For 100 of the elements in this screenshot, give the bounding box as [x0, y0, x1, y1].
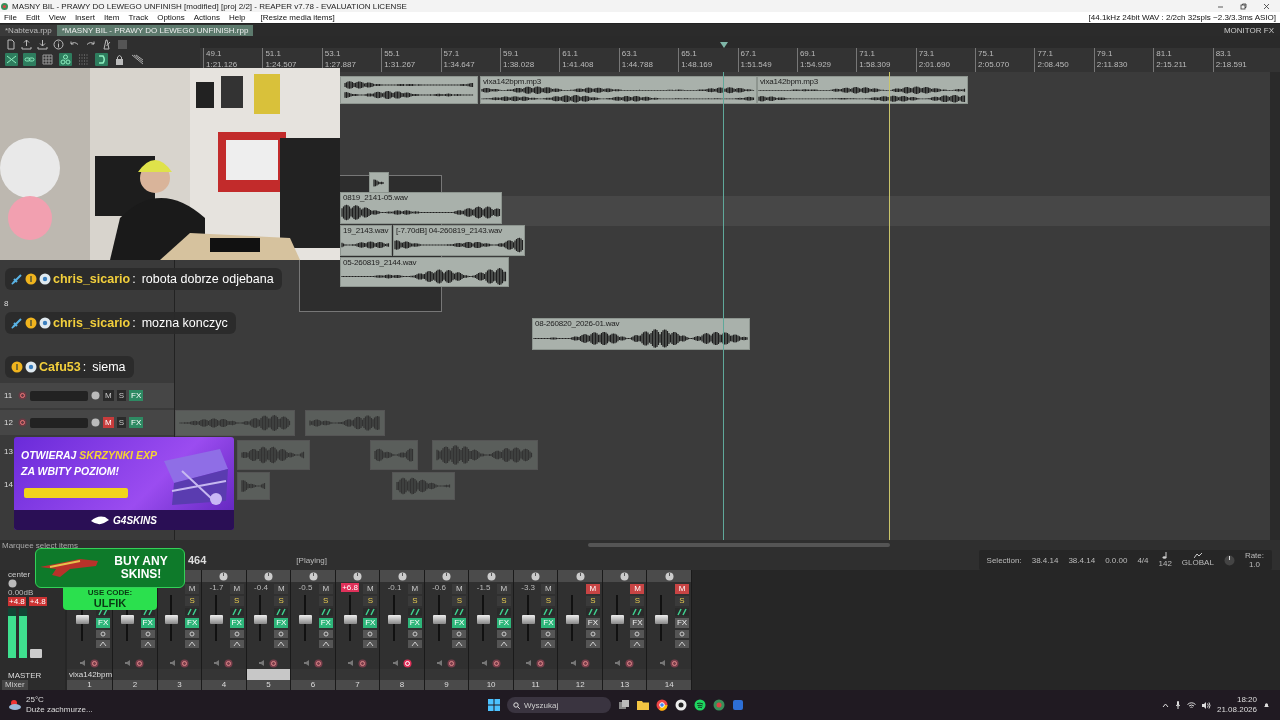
io-icon[interactable]: [407, 630, 422, 638]
io-icon[interactable]: [318, 630, 333, 638]
solo-button[interactable]: S: [116, 390, 126, 401]
fader-handle-icon[interactable]: [30, 649, 42, 658]
channel-number[interactable]: 10: [469, 680, 513, 690]
speaker-icon[interactable]: [615, 660, 622, 666]
fx-button[interactable]: FX: [630, 618, 645, 628]
routing-icon[interactable]: [140, 640, 155, 648]
mute-button[interactable]: M: [103, 390, 114, 401]
routing-icon[interactable]: [96, 640, 111, 648]
audio-clip[interactable]: [369, 172, 389, 194]
channel-number[interactable]: 12: [558, 680, 602, 690]
channel-number[interactable]: 8: [380, 680, 424, 690]
pan-knob-icon[interactable]: [531, 571, 541, 581]
project-tab[interactable]: *Nabteva.rpp: [0, 24, 57, 36]
record-arm-icon[interactable]: [224, 658, 234, 668]
record-arm-icon[interactable]: [269, 658, 278, 668]
speaker-icon[interactable]: [125, 660, 132, 666]
project-tab[interactable]: *MASNY BIL - PRAWY DO LEWEGO UNFINISH.rpp: [56, 24, 254, 36]
routing-icon[interactable]: [452, 640, 467, 648]
wifi-icon[interactable]: [1186, 701, 1196, 709]
magnet-icon[interactable]: [95, 53, 108, 66]
routing-icon[interactable]: [229, 640, 244, 648]
phase-icon[interactable]: [318, 608, 333, 616]
mute-button[interactable]: M: [585, 584, 600, 594]
record-arm-icon[interactable]: [358, 658, 368, 668]
name-strip[interactable]: [246, 669, 291, 680]
channel-number[interactable]: 13: [602, 680, 647, 690]
record-arm-icon[interactable]: [90, 658, 100, 668]
solo-button[interactable]: S: [452, 596, 467, 606]
solo-button[interactable]: S: [116, 417, 126, 428]
solo-button[interactable]: S: [229, 596, 244, 606]
download-icon[interactable]: [37, 39, 48, 50]
fader-handle[interactable]: [254, 615, 268, 624]
speaker-icon[interactable]: [526, 660, 533, 666]
browser-icon[interactable]: [656, 699, 668, 711]
audio-clip[interactable]: vixa142bpm.mp3: [757, 76, 968, 104]
vertical-scrollbar[interactable]: [1270, 72, 1280, 540]
link-icon[interactable]: [23, 53, 36, 66]
audio-clip[interactable]: 0819_2141-05.wav: [340, 192, 502, 224]
phase-icon[interactable]: [630, 608, 645, 616]
speaker-icon[interactable]: [481, 660, 488, 666]
weather-icon[interactable]: [8, 699, 22, 711]
menu-item[interactable]: Options: [157, 13, 185, 22]
phase-icon[interactable]: [452, 608, 467, 616]
pan-knob-icon[interactable]: [575, 571, 585, 581]
upload-icon[interactable]: [21, 39, 32, 50]
ripple-icon[interactable]: [131, 53, 144, 66]
speaker-icon[interactable]: [80, 660, 87, 666]
record-arm-icon[interactable]: [536, 658, 546, 668]
record-arm-icon[interactable]: [447, 658, 457, 668]
audio-clip[interactable]: [370, 440, 418, 470]
solo-button[interactable]: S: [496, 596, 511, 606]
speaker-icon[interactable]: [570, 660, 577, 666]
daw-app-icon[interactable]: [713, 699, 725, 711]
mute-button[interactable]: M: [496, 584, 511, 594]
chevron-up-icon[interactable]: [1161, 702, 1169, 708]
io-icon[interactable]: [541, 630, 556, 638]
phase-icon[interactable]: [274, 608, 289, 616]
record-arm-icon[interactable]: [402, 658, 412, 668]
menu-item[interactable]: Insert: [74, 13, 95, 22]
solo-button[interactable]: S: [318, 596, 333, 606]
io-icon[interactable]: [496, 630, 511, 638]
volume-knob-icon[interactable]: [91, 418, 100, 427]
routing-icon[interactable]: [318, 640, 333, 648]
playrate-knob-icon[interactable]: [1223, 554, 1235, 566]
menu-item[interactable]: Track: [128, 13, 149, 22]
channel-number[interactable]: 5: [246, 680, 291, 690]
fader-handle[interactable]: [120, 615, 134, 624]
speaker-icon[interactable]: [259, 660, 265, 666]
io-icon[interactable]: [585, 630, 600, 638]
phase-icon[interactable]: [407, 608, 422, 616]
fx-button[interactable]: FX: [585, 618, 600, 628]
speaker-icon[interactable]: [303, 660, 310, 666]
monitor-fx-button[interactable]: MONITOR FX: [1223, 25, 1280, 35]
io-icon[interactable]: [185, 630, 200, 638]
solo-button[interactable]: S: [274, 596, 289, 606]
restore-icon[interactable]: [1240, 2, 1247, 10]
mute-button[interactable]: M: [675, 584, 689, 594]
audio-clip[interactable]: [392, 472, 455, 500]
channel-number[interactable]: 6: [291, 680, 335, 690]
fader-handle[interactable]: [75, 615, 89, 624]
search-field[interactable]: Wyszukaj: [507, 697, 611, 713]
mute-button[interactable]: M: [229, 584, 244, 594]
task-view-icon[interactable]: [618, 699, 630, 711]
fx-button[interactable]: FX: [129, 417, 144, 428]
microphone-icon[interactable]: [1174, 701, 1181, 709]
routing-icon[interactable]: [675, 640, 689, 648]
record-arm-icon[interactable]: [625, 658, 635, 668]
routing-icon[interactable]: [496, 640, 511, 648]
audio-clip[interactable]: [237, 440, 310, 470]
mute-button[interactable]: M: [630, 584, 645, 594]
io-icon[interactable]: [452, 630, 467, 638]
phase-icon[interactable]: [496, 608, 511, 616]
track-header[interactable]: 12 M S FX: [0, 410, 174, 435]
mute-button[interactable]: M: [274, 584, 289, 594]
folder-icon[interactable]: [637, 699, 649, 711]
fader-handle[interactable]: [388, 615, 402, 624]
horizontal-scrollbar[interactable]: [588, 543, 890, 547]
mute-button[interactable]: M: [541, 584, 556, 594]
